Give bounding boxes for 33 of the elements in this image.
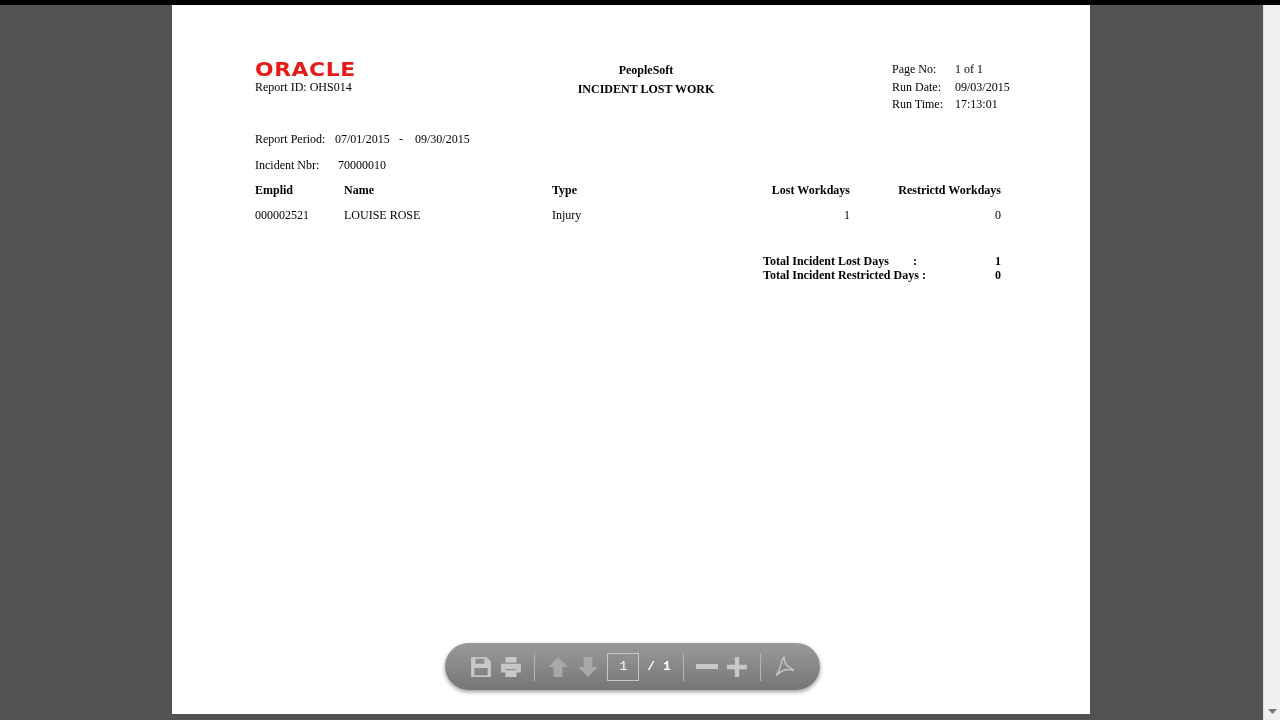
incident-number: 70000010 — [338, 156, 386, 174]
column-header: Restrictd Workdays — [898, 182, 1001, 197]
total-colon: : — [913, 253, 917, 268]
column-header: Type — [552, 182, 578, 197]
page-number-field[interactable]: 1 — [607, 652, 640, 681]
page-total: / 1 — [647, 657, 671, 676]
app-name: PeopleSoft — [617, 62, 675, 79]
table-cell: 0 — [995, 207, 1001, 222]
info-label: Page No: — [892, 61, 938, 78]
table-cell: LOUISE ROSE — [344, 207, 421, 222]
logo-text: ORACLE — [255, 61, 356, 77]
info-label: Run Time: — [892, 96, 945, 113]
info-value: 17:13:01 — [955, 96, 999, 113]
info-value: 1 of 1 — [955, 61, 984, 78]
report-id: Report ID: OHS014 — [255, 81, 353, 93]
period-from: 07/01/2015 — [335, 130, 391, 148]
table-cell: Injury — [552, 207, 582, 222]
total-value: 1 — [995, 253, 1001, 268]
total-label: Total Incident Lost Days — [763, 253, 889, 268]
table-cell: 000002521 — [255, 207, 309, 222]
period-to: 09/30/2015 — [415, 130, 470, 148]
period-separator: - — [399, 130, 404, 148]
incident-label: Incident Nbr: — [255, 156, 321, 174]
total-label: Total Incident Restricted Days : — [763, 267, 926, 282]
period-label: Report Period: — [255, 130, 327, 148]
report-title: INCIDENT LOST WORK — [576, 81, 716, 98]
column-header: Emplid — [255, 182, 293, 197]
info-value: 09/03/2015 — [955, 78, 1010, 96]
table-cell: 1 — [844, 207, 850, 222]
total-value: 0 — [995, 267, 1001, 282]
column-header: Name — [344, 182, 374, 197]
info-label: Run Date: — [892, 78, 942, 96]
column-header: Lost Workdays — [771, 182, 850, 197]
